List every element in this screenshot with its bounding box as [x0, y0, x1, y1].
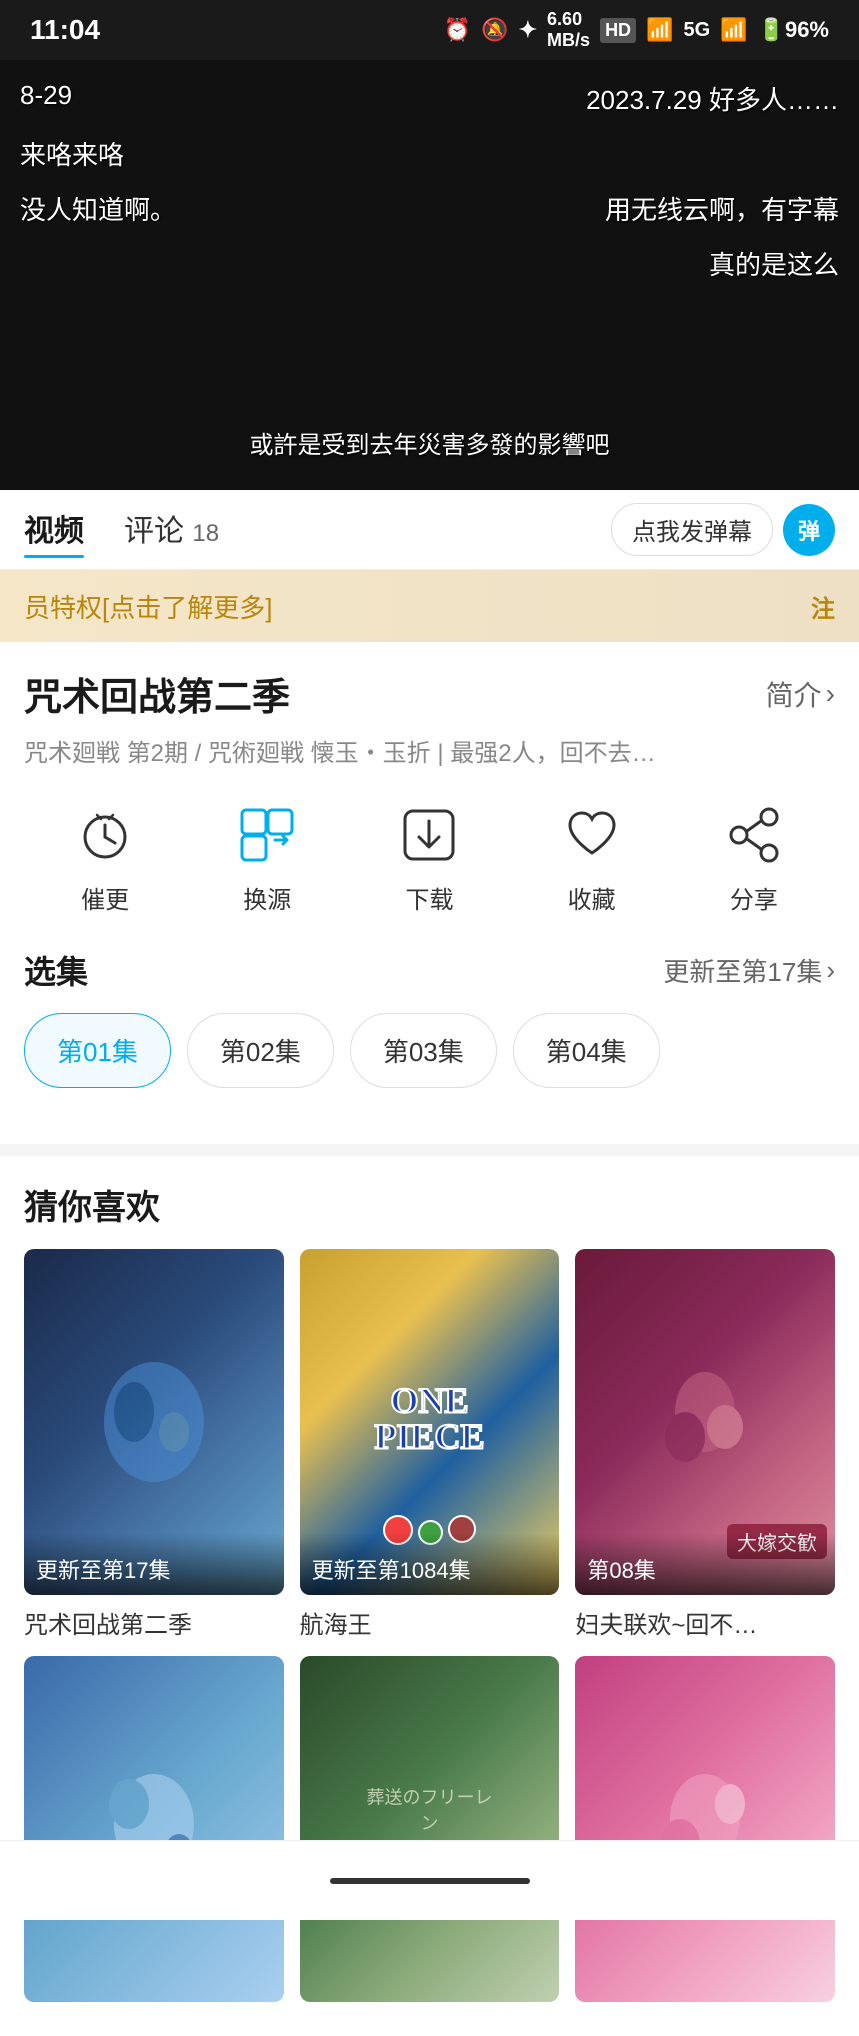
danmaku-icon-button[interactable]: 弹 — [783, 504, 835, 556]
5g-icon: 5G — [683, 19, 710, 42]
thumb-onepiece: ONE PIECE 更新至第1084集 — [300, 1249, 560, 1595]
anime-card-frieren[interactable]: 葬送のフリーレン FRIEREN tRE — [300, 1656, 560, 2012]
danmaku-bottom-area: 或許是受到去年災害多發的影響吧 — [0, 425, 859, 460]
chevron-right-icon-2: › — [826, 955, 835, 986]
signal-icon: 📶 — [720, 17, 747, 43]
remind-label: 催更 — [81, 880, 129, 915]
source-label: 换源 — [243, 880, 291, 915]
episode-btn-3[interactable]: 第03集 — [350, 1013, 497, 1088]
tab-bar: 视频 评论 18 点我发弹幕 弹 — [0, 490, 859, 570]
episodes-more-link[interactable]: 更新至第17集 › — [663, 952, 835, 989]
thumb-anime3 — [575, 1656, 835, 2002]
action-buttons: 催更 换源 下载 — [24, 792, 835, 923]
member-banner-text: 员特权[点击了解更多] — [24, 588, 811, 625]
thumb-frieren: 葬送のフリーレン FRIEREN tRE — [300, 1656, 560, 2002]
episode-btn-1[interactable]: 第01集 — [24, 1013, 171, 1088]
download-label: 下载 — [405, 880, 453, 915]
episodes-header: 选集 更新至第17集 › — [24, 947, 835, 993]
share-label: 分享 — [730, 880, 778, 915]
anime-meta: 咒术廻戦 第2期 / 咒術廻戦 懐玉・玉折 | 最强2人，回不去… — [24, 733, 835, 768]
danmaku-row-1: 8-29 2023.7.29 好多人…… — [20, 80, 839, 117]
action-download[interactable]: 下载 — [394, 800, 464, 915]
tab-video[interactable]: 视频 — [24, 506, 84, 554]
heart-icon — [557, 800, 627, 870]
danmaku-text-1a: 8-29 — [20, 80, 72, 117]
bluetooth-icon: ✦ — [519, 17, 537, 43]
battery-icon: 🔋96% — [758, 17, 829, 43]
action-share[interactable]: 分享 — [719, 800, 789, 915]
episode-btn-4[interactable]: 第04集 — [513, 1013, 660, 1088]
comment-count: 18 — [192, 520, 219, 547]
share-icon — [719, 800, 789, 870]
chevron-right-icon: › — [826, 678, 835, 710]
tab-comment[interactable]: 评论 18 — [124, 506, 219, 554]
danmaku-text-2a: 来咯来咯 — [20, 135, 124, 172]
episode-list: 第01集 第02集 第03集 第04集 — [24, 1013, 835, 1088]
anime-card-sky[interactable] — [24, 1656, 284, 2012]
wifi-icon: 📶 — [646, 17, 673, 43]
intro-link[interactable]: 简介 › — [766, 674, 835, 714]
title-section: 咒术回战第二季 简介 › — [24, 666, 835, 721]
status-bar: 11:04 ⏰ 🔕 ✦ 6.60MB/s HD 📶 5G 📶 🔋96% — [0, 0, 859, 60]
member-banner[interactable]: 员特权[点击了解更多] 注 — [0, 570, 859, 642]
speed-indicator: 6.60MB/s — [547, 9, 590, 51]
thumb-sky — [24, 1656, 284, 2002]
danmaku-row-4: 真的是这么 — [20, 245, 839, 282]
status-icons: ⏰ 🔕 ✦ 6.60MB/s HD 📶 5G 📶 🔋96% — [444, 9, 829, 51]
clock-icon — [70, 800, 140, 870]
download-icon — [394, 800, 464, 870]
hd-badge: HD — [600, 18, 636, 43]
thumb-adult: 大嫁交歓 第08集 — [575, 1249, 835, 1595]
danmaku-text-3b: 用无线云啊，有字幕 — [605, 190, 839, 227]
content-area: 咒术回战第二季 简介 › 咒术廻戦 第2期 / 咒術廻戦 懐玉・玉折 | 最强2… — [0, 642, 859, 1144]
alarm-icon: ⏰ — [444, 17, 471, 43]
bottom-bar — [0, 1840, 859, 1920]
danmaku-send-button[interactable]: 点我发弹幕 — [611, 503, 773, 556]
anime-name-adult: 妇夫联欢~回不… — [575, 1605, 835, 1640]
badge-jujutsu2: 更新至第17集 — [24, 1533, 284, 1595]
anime-title: 咒术回战第二季 — [24, 666, 290, 721]
badge-adult: 第08集 — [575, 1533, 835, 1595]
anime-name-jujutsu2: 咒术回战第二季 — [24, 1605, 284, 1640]
action-source[interactable]: 换源 — [232, 800, 302, 915]
video-player[interactable]: 8-29 2023.7.29 好多人…… 来咯来咯 没人知道啊。 用无线云啊，有… — [0, 60, 859, 490]
bell-icon: 🔕 — [481, 17, 508, 43]
danmaku-btn-area: 点我发弹幕 弹 — [611, 503, 835, 556]
thumb-bg-sky — [24, 1656, 284, 2002]
action-remind[interactable]: 催更 — [70, 800, 140, 915]
swap-icon — [232, 800, 302, 870]
section-divider — [0, 1144, 859, 1156]
thumb-jujutsu2: 更新至第17集 — [24, 1249, 284, 1595]
episodes-title: 选集 — [24, 947, 88, 993]
action-collect[interactable]: 收藏 — [557, 800, 627, 915]
anime-card-anime3[interactable] — [575, 1656, 835, 2012]
danmaku-text-3a: 没人知道啊。 — [20, 190, 176, 227]
member-banner-action[interactable]: 注 — [811, 589, 835, 624]
danmaku-row-2: 来咯来咯 — [20, 135, 839, 172]
status-time: 11:04 — [30, 14, 100, 46]
danmaku-text-1b: 2023.7.29 好多人…… — [586, 80, 839, 117]
thumb-bg-anime3 — [575, 1656, 835, 2002]
thumb-bg-frieren: 葬送のフリーレン FRIEREN tRE — [300, 1656, 560, 2002]
badge-onepiece: 更新至第1084集 — [300, 1533, 560, 1595]
anime-card-adult[interactable]: 大嫁交歓 第08集 妇夫联欢~回不… — [575, 1249, 835, 1640]
danmaku-bottom-text: 或許是受到去年災害多發的影響吧 — [250, 432, 610, 459]
collect-label: 收藏 — [568, 880, 616, 915]
episode-btn-2[interactable]: 第02集 — [187, 1013, 334, 1088]
recommend-title: 猜你喜欢 — [24, 1180, 835, 1229]
danmaku-row-3: 没人知道啊。 用无线云啊，有字幕 — [20, 190, 839, 227]
home-indicator — [330, 1878, 530, 1884]
danmaku-text-4b: 真的是这么 — [709, 245, 839, 282]
anime-card-onepiece[interactable]: ONE PIECE 更新至第1084集 航海王 — [300, 1249, 560, 1640]
anime-name-onepiece: 航海王 — [300, 1605, 560, 1640]
anime-card-jujutsu2[interactable]: 更新至第17集 咒术回战第二季 — [24, 1249, 284, 1640]
